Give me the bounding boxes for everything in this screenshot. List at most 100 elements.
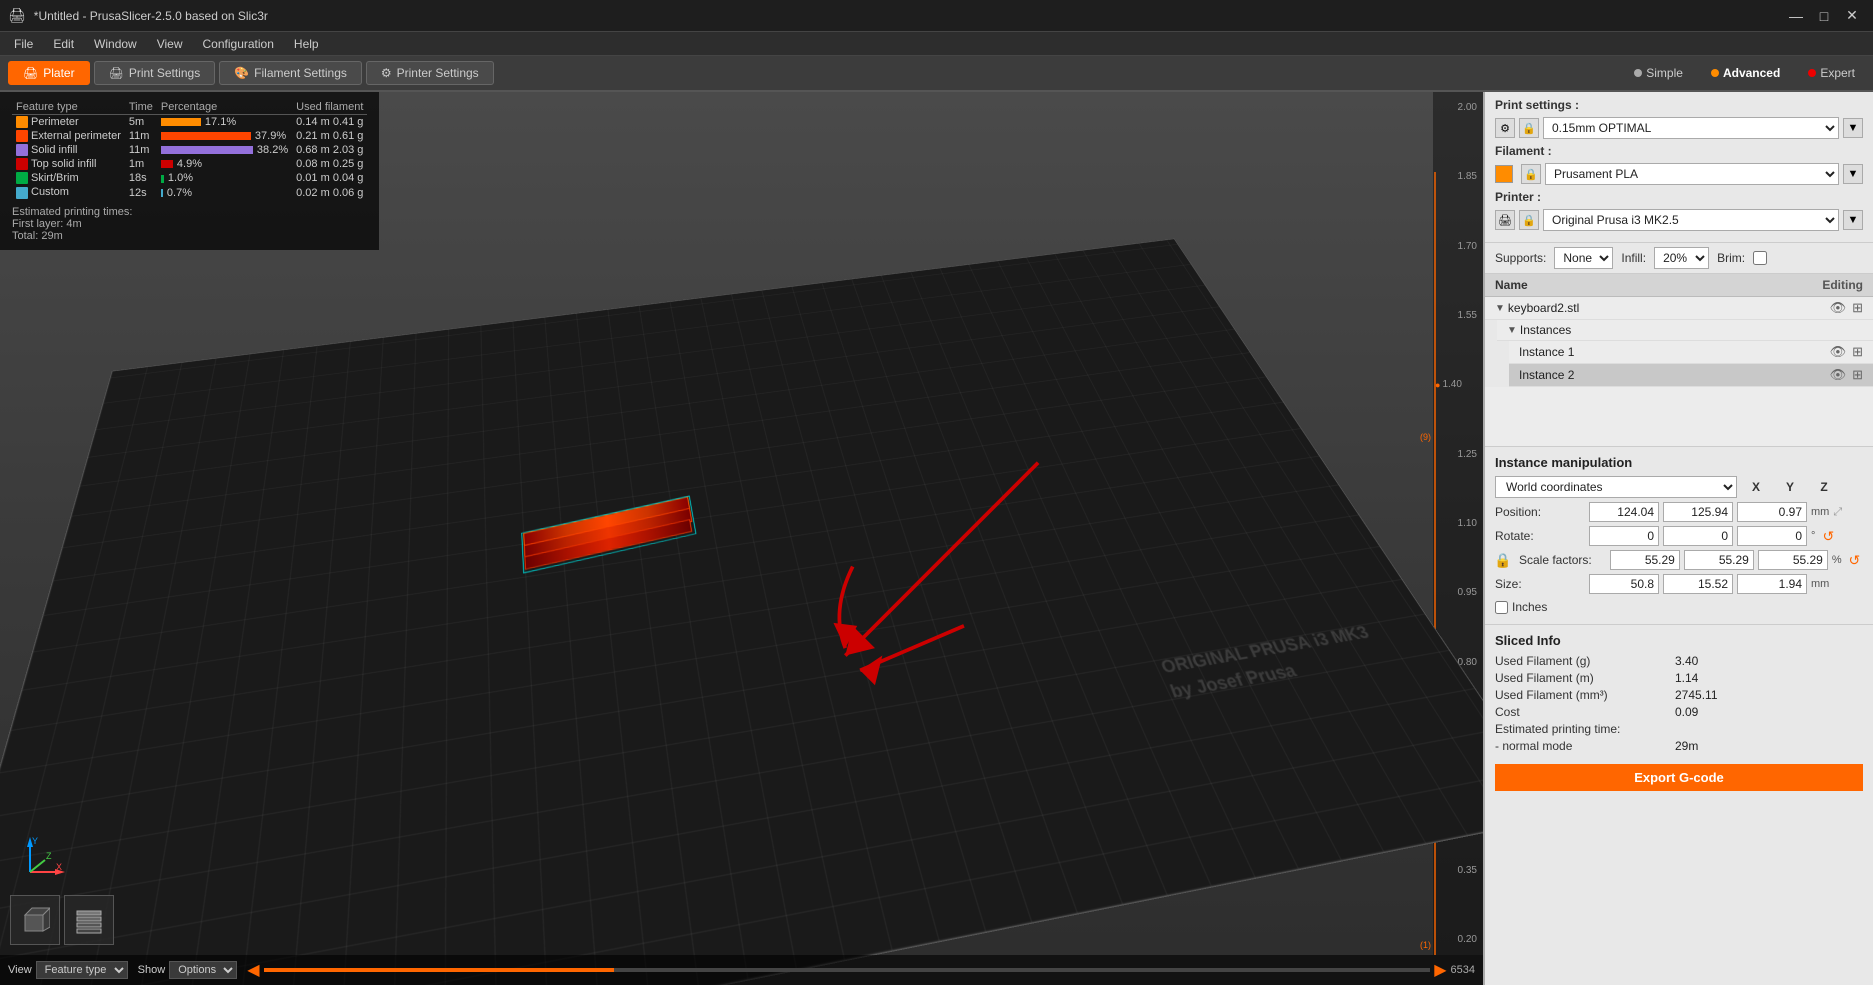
tab-printer-settings[interactable]: ⚙ Printer Settings — [366, 61, 494, 85]
rotate-reset-button[interactable]: ↺ — [1819, 527, 1837, 545]
filament-select-row: 🔒 Prusament PLA ▼ — [1495, 163, 1863, 185]
toolbar: 🖨 Plater 🖨 Print Settings 🎨 Filament Set… — [0, 56, 1873, 92]
tab-filament-settings[interactable]: 🎨 Filament Settings — [219, 61, 362, 85]
obj-keyboard2-stl[interactable]: ▼ keyboard2.stl 👁 ⊞ — [1485, 297, 1873, 320]
position-row: Position: mm ⤢ — [1495, 502, 1863, 522]
supports-select[interactable]: None — [1554, 247, 1613, 269]
print-settings-dropdown[interactable]: ▼ — [1843, 118, 1863, 138]
position-x-input[interactable] — [1589, 502, 1659, 522]
rotate-y-input[interactable] — [1663, 526, 1733, 546]
position-y-input[interactable] — [1663, 502, 1733, 522]
maximize-button[interactable]: □ — [1811, 3, 1837, 29]
rotate-z-input[interactable] — [1737, 526, 1807, 546]
bottom-bar: View Feature type Show Options ◀ ▶ 6534 — [0, 955, 1483, 985]
keyboard-eye-icon[interactable]: 👁 — [1830, 300, 1847, 316]
obj-instance-2[interactable]: Instance 2 👁 ⊞ — [1509, 364, 1873, 387]
mode-advanced[interactable]: Advanced — [1701, 63, 1790, 83]
sliced-row-4: Estimated printing time: — [1495, 722, 1863, 736]
solid-infill-swatch — [16, 144, 28, 156]
nav-left-arrow[interactable]: ◀ — [247, 960, 259, 980]
mode-simple[interactable]: Simple — [1624, 63, 1693, 83]
supports-infill-row: Supports: None Infill: 20% Brim: — [1485, 243, 1873, 274]
sliced-info-section: Sliced Info Used Filament (g) 3.40 Used … — [1485, 625, 1873, 799]
printer-icon-btn[interactable]: 🖨 — [1495, 210, 1515, 230]
coord-system-row: World coordinates X Y Z — [1495, 476, 1863, 498]
menu-configuration[interactable]: Configuration — [193, 35, 284, 53]
filament-icon: 🎨 — [234, 66, 249, 80]
menu-edit[interactable]: Edit — [43, 35, 84, 53]
titlebar-controls: — □ ✕ — [1783, 3, 1865, 29]
print-settings-select[interactable]: 0.15mm OPTIMAL — [1543, 117, 1839, 139]
menu-view[interactable]: View — [147, 35, 193, 53]
menu-help[interactable]: Help — [284, 35, 329, 53]
plater-icon: 🖨 — [23, 66, 38, 80]
scale-z-input[interactable] — [1758, 550, 1828, 570]
svg-text:X: X — [56, 862, 62, 872]
sliced-row-1: Used Filament (m) 1.14 — [1495, 671, 1863, 685]
menu-file[interactable]: File — [4, 35, 43, 53]
view-layers[interactable] — [64, 895, 114, 945]
minimize-button[interactable]: — — [1783, 3, 1809, 29]
titlebar: 🖨 *Untitled - PrusaSlicer-2.5.0 based on… — [0, 0, 1873, 32]
position-z-input[interactable] — [1737, 502, 1807, 522]
filament-select[interactable]: Prusament PLA — [1545, 163, 1839, 185]
keyboard-instance-icon[interactable]: ⊞ — [1852, 300, 1863, 316]
col-feature-type: Feature type — [12, 100, 125, 115]
nav-right-arrow[interactable]: ▶ — [1434, 960, 1446, 980]
show-select[interactable]: Options — [169, 961, 237, 979]
inches-checkbox[interactable] — [1495, 601, 1508, 614]
sliced-row-2: Used Filament (mm³) 2745.11 — [1495, 688, 1863, 702]
coord-system-select[interactable]: World coordinates — [1495, 476, 1737, 498]
infill-select[interactable]: 20% — [1654, 247, 1709, 269]
scale-x-input[interactable] — [1610, 550, 1680, 570]
scale-reset-button[interactable]: ↺ — [1846, 551, 1863, 569]
advanced-dot — [1711, 69, 1719, 77]
tab-print-settings[interactable]: 🖨 Print Settings — [94, 61, 216, 85]
scale-lock-icon: 🔒 — [1494, 552, 1511, 569]
bottom-show-section: Show Options — [138, 961, 238, 979]
instance-manipulation-section: Instance manipulation World coordinates … — [1485, 447, 1873, 625]
viewport[interactable]: Feature type Time Percentage Used filame… — [0, 92, 1483, 985]
custom-swatch — [16, 187, 28, 199]
nav-slider-track[interactable] — [264, 968, 1431, 972]
plate-branding: ORIGINAL PRUSA i3 MK3 by Josef Prusa — [1158, 621, 1387, 706]
obj-instances-group[interactable]: ▼ Instances — [1497, 320, 1873, 341]
filament-lock[interactable]: 🔒 — [1521, 164, 1541, 184]
print-settings-section: Print settings : ⚙ 🔒 0.15mm OPTIMAL ▼ Fi… — [1485, 92, 1873, 243]
obj-instance-1[interactable]: Instance 1 👁 ⊞ — [1509, 341, 1873, 364]
instance2-eye-icon[interactable]: 👁 — [1830, 367, 1847, 383]
position-resize-icon: ⤢ — [1833, 506, 1842, 519]
view-cube-3d[interactable] — [10, 895, 60, 945]
view-select[interactable]: Feature type — [36, 961, 128, 979]
rotate-x-input[interactable] — [1589, 526, 1659, 546]
close-button[interactable]: ✕ — [1839, 3, 1865, 29]
export-gcode-button[interactable]: Export G-code — [1495, 764, 1863, 791]
mode-expert[interactable]: Expert — [1798, 63, 1865, 83]
scale-y-input[interactable] — [1684, 550, 1754, 570]
instance1-eye-icon[interactable]: 👁 — [1830, 344, 1847, 360]
size-z-input[interactable] — [1737, 574, 1807, 594]
rotate-row: Rotate: ° ↺ — [1495, 526, 1863, 546]
instance2-copy-icon[interactable]: ⊞ — [1852, 367, 1863, 383]
instance1-copy-icon[interactable]: ⊞ — [1852, 344, 1863, 360]
3d-plate: ORIGINAL PRUSA i3 MK3 by Josef Prusa — [0, 239, 1483, 985]
printer-dropdown[interactable]: ▼ — [1843, 210, 1863, 230]
keyboard-icons: 👁 ⊞ — [1830, 300, 1863, 316]
size-y-input[interactable] — [1663, 574, 1733, 594]
size-x-input[interactable] — [1589, 574, 1659, 594]
plate-container: ORIGINAL PRUSA i3 MK3 by Josef Prusa — [50, 162, 1423, 935]
size-row: Size: mm — [1495, 574, 1863, 594]
menu-window[interactable]: Window — [84, 35, 147, 53]
filament-dropdown[interactable]: ▼ — [1843, 164, 1863, 184]
printer-label-row: Printer : — [1495, 190, 1863, 204]
brim-checkbox[interactable] — [1753, 251, 1767, 265]
tab-plater[interactable]: 🖨 Plater — [8, 61, 90, 85]
print-settings-lock[interactable]: 🔒 — [1519, 118, 1539, 138]
main-layout: Feature type Time Percentage Used filame… — [0, 92, 1873, 985]
table-row: Perimeter 5m 17.1% 0.14 m 0.41 g — [12, 115, 367, 130]
printer-select[interactable]: Original Prusa i3 MK2.5 — [1543, 209, 1839, 231]
instance1-icons: 👁 ⊞ — [1830, 344, 1863, 360]
print-settings-select-row: ⚙ 🔒 0.15mm OPTIMAL ▼ — [1495, 117, 1863, 139]
printer-lock[interactable]: 🔒 — [1519, 210, 1539, 230]
print-settings-gear[interactable]: ⚙ — [1495, 118, 1515, 138]
